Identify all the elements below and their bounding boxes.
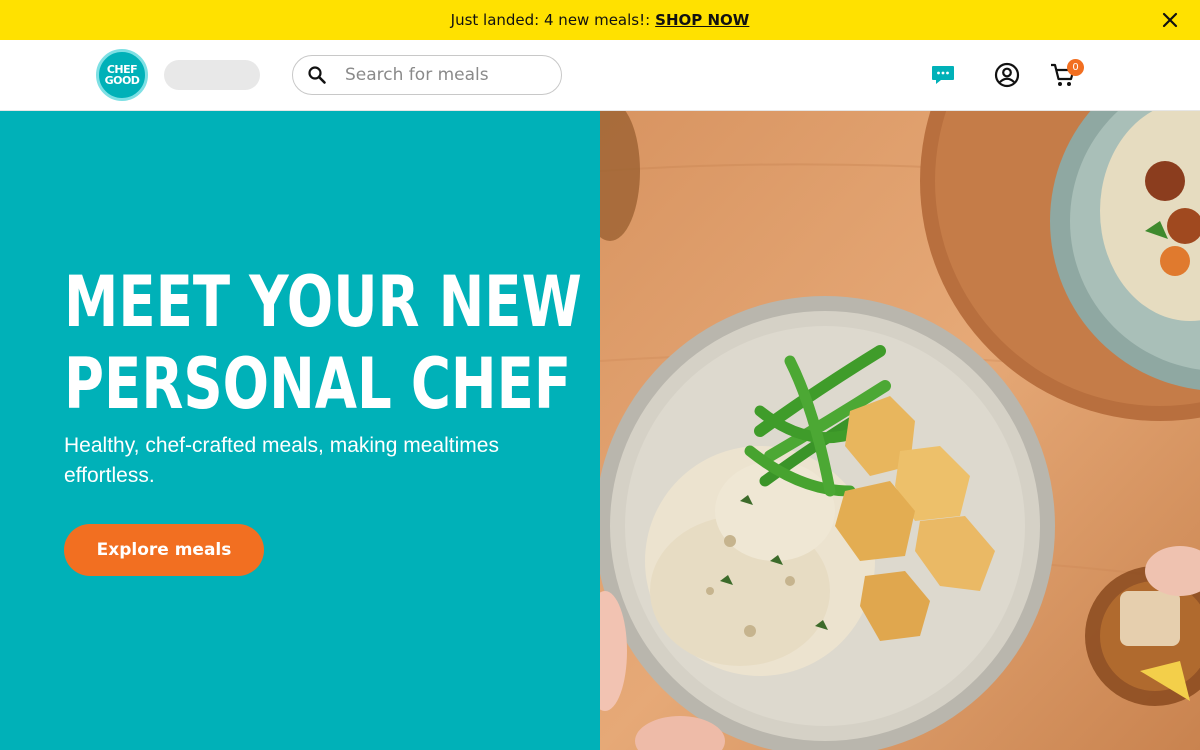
explore-meals-button[interactable]: Explore meals [64,524,264,576]
chat-icon[interactable] [930,62,956,88]
promo-text: Just landed: 4 new meals!: [450,11,651,29]
search-icon [308,66,326,84]
search-input[interactable] [345,65,535,85]
close-icon[interactable] [1160,10,1180,30]
hero-subtext: Healthy, chef-crafted meals, making meal… [64,434,499,487]
site-header: CHEF GOOD 0 [0,40,1200,111]
headline-line-2: PERSONAL CHEF [64,343,572,425]
headline-line-1: MEET YOUR NEW [64,261,582,343]
chefgood-logo[interactable]: CHEF GOOD [96,49,148,101]
meal-photo [600,111,1200,750]
hero-headline: MEET YOUR NEW PERSONAL CHEF [64,261,582,425]
hero-food-image [600,111,1200,750]
search-box[interactable] [292,55,562,95]
promo-banner: Just landed: 4 new meals!: SHOP NOW [0,0,1200,40]
logo-text-bottom: GOOD [104,74,140,87]
shop-now-link[interactable]: SHOP NOW [655,11,749,29]
account-icon[interactable] [994,62,1020,88]
hero-section: MEET YOUR NEW PERSONAL CHEF Healthy, che… [0,111,600,750]
nav-placeholder [164,60,260,90]
cart-count-badge: 0 [1067,59,1084,76]
